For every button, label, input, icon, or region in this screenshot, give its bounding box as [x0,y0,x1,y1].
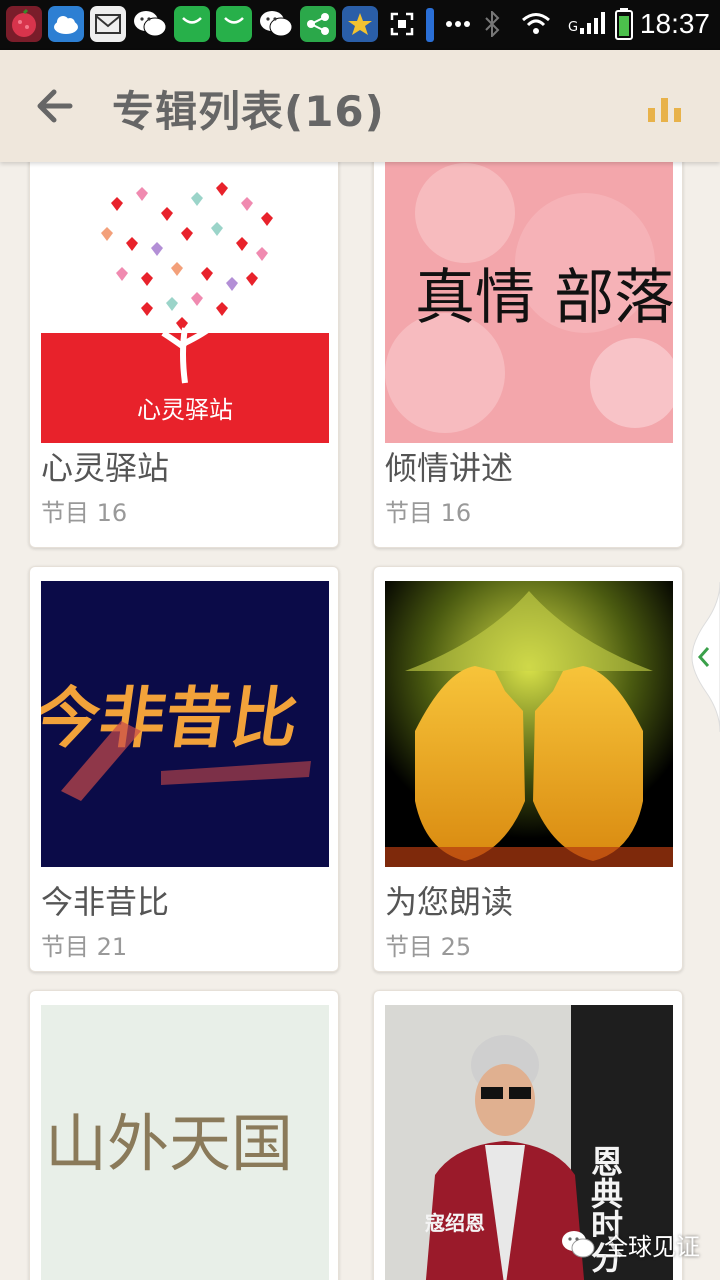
cover-name: 寇绍恩 [425,1211,485,1235]
wifi-icon [518,6,554,42]
bar-chart-icon [648,98,681,122]
album-card[interactable]: 心灵驿站 心灵驿站 节目 16 [29,162,339,548]
album-card[interactable]: 山外天国 [29,990,339,1280]
album-grid: 心灵驿站 心灵驿站 节目 16 真情 部落格 倾情讲述 节目 16 今非昔比 [0,162,720,1280]
cover-text: 真情 部落格 [415,263,673,333]
lychee-app-icon [6,6,42,42]
mail-icon [90,6,126,42]
album-title: 今非昔比 [41,883,170,921]
back-arrow-icon [37,89,73,123]
shopping-bag-icon [174,6,210,42]
album-cover: 山外天国 [41,1005,329,1280]
album-title: 为您朗读 [385,883,514,921]
signal-icon: G [566,6,610,42]
side-drawer-handle[interactable] [686,581,720,733]
cover-text: 今非昔比 [41,679,303,757]
watermark-text: 全球见证 [604,1232,700,1261]
album-card[interactable]: 真情 部落格 倾情讲述 节目 16 [373,162,683,548]
album-title: 倾情讲述 [385,449,514,487]
wechat-icon [562,1231,595,1258]
share-app-icon [300,6,336,42]
source-watermark: 全球见证 [560,1222,700,1266]
album-cover: 今非昔比 [41,581,329,867]
album-count: 节目 21 [41,933,128,961]
more-dots-icon [440,6,476,42]
wechat-icon [132,6,168,42]
weather-cloud-icon [48,6,84,42]
clock: 18:37 [639,8,710,39]
album-count: 节目 16 [385,499,472,527]
album-card[interactable]: 今非昔比 今非昔比 节目 21 [29,566,339,972]
cover-text: 山外天国 [45,1107,293,1180]
star-app-icon [342,6,378,42]
album-cover: 真情 部落格 [385,162,673,443]
wechat-icon [258,6,294,42]
album-cover: 心灵驿站 [41,162,329,443]
album-card[interactable]: 为您朗读 节目 25 [373,566,683,972]
album-cover [385,581,673,867]
cover-text: 心灵驿站 [137,396,233,424]
status-bar: G 18:37 [0,0,720,50]
scan-icon [384,6,420,42]
bluetooth-icon [474,6,510,42]
battery-icon [612,6,636,42]
app-bar: 专辑列表(16) [0,50,720,162]
stats-button[interactable] [644,94,684,124]
album-count: 节目 25 [385,933,472,961]
back-button[interactable] [30,82,78,130]
shopping-bag-icon [216,6,252,42]
network-type: G [568,20,579,35]
page-title: 专辑列表(16) [112,87,385,136]
album-title: 心灵驿站 [41,449,170,487]
album-count: 节目 16 [41,499,128,527]
